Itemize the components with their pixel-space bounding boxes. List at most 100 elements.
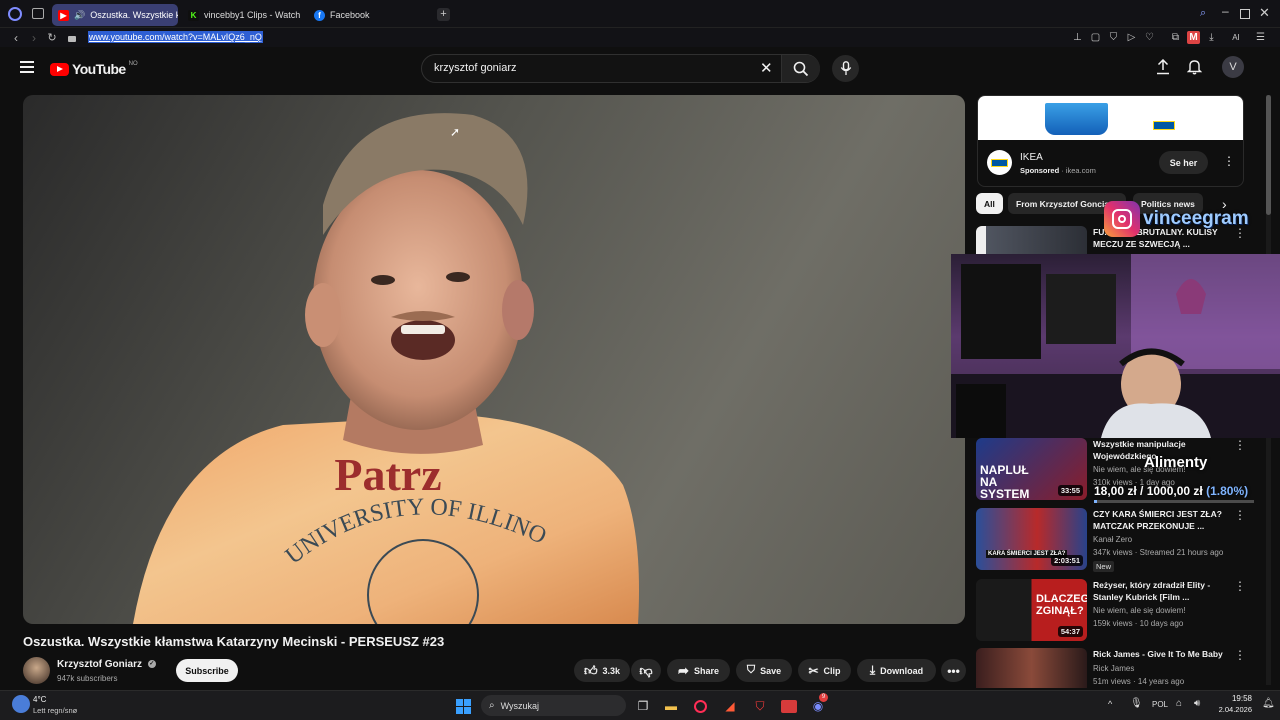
more-vertical-icon[interactable]: ⋮	[1234, 508, 1246, 522]
tab-label: Oszustka. Wszystkie k	[90, 10, 178, 20]
file-explorer-icon[interactable]: ▬	[661, 696, 681, 716]
tray-mic-icon[interactable]: 🎙︎	[1130, 698, 1143, 709]
webcam-overlay	[951, 254, 1280, 438]
weather-desc[interactable]: Lett regn/snø	[33, 706, 77, 715]
share-button[interactable]: ➦ Share	[667, 659, 730, 682]
extensions-icon[interactable]: ⧉	[1169, 31, 1182, 44]
app-icon-red[interactable]: ◢	[720, 696, 740, 716]
search-input[interactable]: krzysztof goniarz	[434, 62, 517, 74]
start-windows-icon[interactable]	[453, 696, 473, 716]
dislike-button[interactable]: 👎︎	[631, 659, 661, 682]
volume-icon[interactable]: 🔊︎	[1194, 698, 1200, 709]
more-vertical-icon[interactable]: ⋮	[1234, 648, 1246, 662]
face-shape	[313, 170, 523, 430]
youtube-play-logo-icon	[50, 62, 69, 76]
close-window-icon[interactable]: ✕	[1259, 5, 1270, 21]
tab-facebook[interactable]: f Facebook	[308, 4, 428, 26]
subscribe-button[interactable]: Subscribe	[176, 659, 238, 682]
lock-icon[interactable]	[68, 32, 76, 42]
forward-icon[interactable]: ›	[27, 28, 41, 47]
voice-search-button[interactable]	[832, 55, 859, 82]
new-tab-icon[interactable]: +	[437, 8, 450, 21]
notification-center-icon[interactable]: 🔔︎	[1262, 698, 1275, 709]
browser-logo-icon[interactable]	[8, 7, 22, 21]
gmail-extension-icon[interactable]: M	[1187, 31, 1200, 44]
logo-text: YouTube	[72, 61, 126, 77]
mouse-cursor-icon: ➚	[450, 125, 461, 139]
workspaces-icon[interactable]	[32, 8, 44, 19]
opera-gx-icon[interactable]	[690, 696, 710, 716]
back-icon[interactable]: ‹	[9, 28, 23, 47]
channel-avatar[interactable]	[23, 657, 50, 684]
network-icon[interactable]: ⌂	[1176, 698, 1182, 709]
speaker-icon[interactable]: 🔊	[74, 10, 85, 21]
recommendation-meta: 347k views · Streamed 21 hours ago	[1093, 548, 1224, 557]
search-button[interactable]	[781, 55, 820, 82]
ad-more-icon[interactable]: ⋮	[1223, 154, 1235, 168]
hamburger-menu-icon[interactable]	[20, 61, 34, 73]
tab-label: vincebby1 Clips - Watch L	[204, 10, 302, 20]
webcam-scene	[951, 254, 1280, 438]
ikea-logo-icon	[987, 150, 1012, 175]
recommendation-item[interactable]: Rick James - Give It To Me Baby Rick Jam…	[976, 648, 1266, 688]
ad-brand: IKEA	[1020, 152, 1043, 163]
more-vertical-icon[interactable]: ⋮	[1234, 579, 1246, 593]
recommendation-item[interactable]: KARA ŚMIERCI JEST ZŁA? 2:03:51 CZY KARA …	[976, 508, 1266, 572]
shield-app-icon[interactable]: ⛉	[750, 696, 770, 716]
video-frame: Patrz UNIVERSITY OF ILLINOIS	[23, 95, 639, 624]
thumbs-up-icon: 👍︎	[583, 662, 598, 678]
upload-icon[interactable]	[1156, 58, 1170, 80]
more-vertical-icon[interactable]: ⋮	[1234, 438, 1246, 452]
recommendation-item[interactable]: DLACZEGO ZGINĄŁ? 54:37 Reżyser, który zd…	[976, 579, 1266, 643]
notifications-bell-icon[interactable]	[1186, 59, 1203, 80]
like-button[interactable]: 👍︎ 3.3k	[574, 659, 630, 682]
reload-icon[interactable]: ↻	[45, 28, 59, 47]
save-button[interactable]: ⛉ Save	[736, 659, 792, 682]
duration-badge: 2:03:51	[1051, 555, 1083, 566]
youtube-header: YouTube NO krzysztof goniarz ✕ V	[0, 47, 1280, 92]
weather-temp[interactable]: 4°C	[33, 695, 46, 704]
facebook-favicon-icon: f	[314, 9, 325, 21]
youtube-logo[interactable]: YouTube NO	[50, 61, 138, 77]
weather-icon[interactable]	[12, 695, 30, 713]
more-actions-button[interactable]: •••	[941, 659, 966, 682]
chip-all[interactable]: All	[976, 193, 1003, 214]
sponsored-ad-card[interactable]: IKEA Sponsored · ikea.com Se her ⋮	[977, 95, 1244, 187]
account-avatar[interactable]: V	[1222, 56, 1244, 78]
download-icon[interactable]: ⤓	[1205, 31, 1218, 44]
pin-icon[interactable]: ⊥	[1071, 31, 1084, 44]
clock-time[interactable]: 19:58	[1230, 694, 1252, 703]
search-tabs-icon[interactable]: ⌕	[1200, 7, 1206, 20]
shield-icon[interactable]: ⛉	[1107, 31, 1120, 44]
ai-icon[interactable]: AI	[1224, 31, 1248, 44]
maximize-icon[interactable]	[1240, 9, 1250, 19]
snapshot-icon[interactable]: ▢	[1089, 31, 1102, 44]
minimize-icon[interactable]: –	[1222, 4, 1229, 18]
voicemeeter-icon[interactable]	[779, 696, 799, 716]
clock-date[interactable]: 2.04.2026	[1217, 705, 1252, 714]
taskbar-search[interactable]: ⌕ Wyszukaj	[481, 695, 626, 716]
menu-icon[interactable]: ☰	[1254, 31, 1267, 44]
url-field[interactable]: www.youtube.com/watch?v=MALvIQz6_nQ	[88, 31, 263, 43]
heart-icon[interactable]: ♡	[1143, 31, 1156, 44]
task-view-icon[interactable]: ❐	[633, 696, 653, 716]
alimenty-goal: 18,00 zł / 1000,00 zł (1.80%)	[1094, 484, 1249, 498]
discord-badge: 9	[819, 693, 828, 702]
ad-cta-button[interactable]: Se her	[1159, 151, 1208, 174]
browser-tab-bar: ▶ 🔊 Oszustka. Wszystkie k K vincebby1 Cl…	[0, 0, 1280, 28]
recommendation-channel: Rick James	[1093, 664, 1135, 673]
video-player[interactable]: Patrz UNIVERSITY OF ILLINOIS ➚	[23, 95, 965, 624]
channel-name[interactable]: Krzysztof Goniarz ✓	[57, 659, 156, 670]
clip-button[interactable]: ✂ Clip	[798, 659, 851, 682]
recommendation-thumbnail: NAPLUŁ NA SYSTEM 33:55	[976, 438, 1087, 500]
recommendation-channel: Kanał Zero	[1093, 535, 1133, 544]
language-indicator[interactable]: POL	[1152, 700, 1168, 709]
tab-youtube[interactable]: ▶ 🔊 Oszustka. Wszystkie k	[52, 4, 178, 26]
alimenty-label: Alimenty	[1144, 454, 1208, 471]
tab-kick[interactable]: K vincebby1 Clips - Watch L	[182, 4, 302, 26]
download-button[interactable]: ⤓ Download	[857, 659, 936, 682]
play-icon[interactable]: ▷	[1125, 31, 1138, 44]
clear-search-icon[interactable]: ✕	[760, 59, 773, 77]
tray-chevron-icon[interactable]: ^	[1108, 699, 1112, 709]
logo-region: NO	[128, 61, 138, 67]
